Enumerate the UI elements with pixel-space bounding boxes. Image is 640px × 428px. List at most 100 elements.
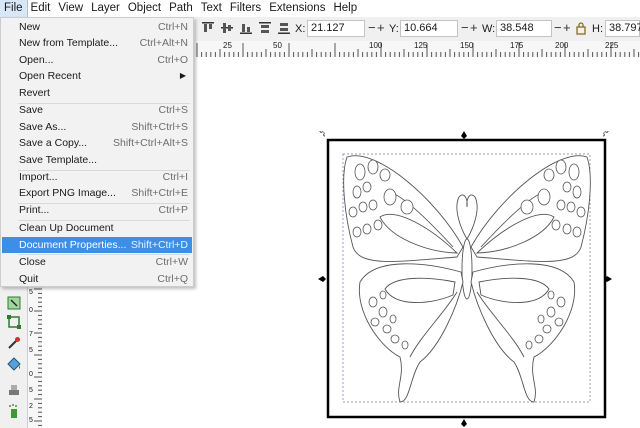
menu-text[interactable]: Text — [197, 0, 226, 17]
menu-item-export-png[interactable]: Export PNG Image... Shift+Ctrl+E — [2, 185, 192, 201]
vertical-ruler: 5 0 7 5 0 5 2 5 — [27, 287, 43, 428]
wing-spot — [554, 317, 564, 327]
ruler-label: 100 — [369, 41, 383, 50]
wing-spot — [368, 199, 378, 211]
paint-bucket-icon[interactable] — [6, 355, 22, 371]
menu-item-shortcut: Shift+Ctrl+Alt+S — [113, 137, 188, 149]
x-decrement[interactable]: − — [368, 21, 376, 35]
file-menu-dropdown: New Ctrl+N New from Template... Ctrl+Alt+N… — [0, 17, 194, 287]
canvas[interactable] — [195, 57, 640, 428]
w-increment[interactable]: + — [563, 21, 571, 35]
wing-spot — [358, 201, 368, 213]
menu-item-save-template[interactable]: Save Template... — [2, 152, 192, 168]
menu-item-label: New — [19, 21, 41, 33]
eraser-icon[interactable] — [6, 382, 22, 398]
wing-spot — [551, 219, 561, 231]
wing-spot — [390, 334, 400, 344]
align-top-icon[interactable] — [201, 21, 215, 35]
menu-item-shortcut: Ctrl+Alt+N — [139, 37, 188, 49]
wing-spot — [534, 334, 544, 344]
canvas-left-region[interactable] — [42, 287, 195, 428]
menu-item-save-a-copy[interactable]: Save a Copy... Shift+Ctrl+Alt+S — [2, 135, 192, 151]
canvas-drawing[interactable] — [195, 57, 640, 428]
x-increment[interactable]: + — [377, 21, 385, 35]
menu-item-label: Import... — [19, 171, 58, 183]
menu-object[interactable]: Object — [124, 0, 165, 17]
h-label: H: — [592, 23, 603, 35]
menu-item-shortcut: Ctrl+P — [158, 204, 188, 216]
wing-spot — [379, 290, 387, 300]
menu-filters[interactable]: Filters — [226, 0, 265, 17]
lock-icon[interactable] — [574, 21, 588, 35]
wing-spot — [520, 199, 534, 215]
wing-spot — [362, 223, 372, 235]
menu-item-shortcut: Ctrl+W — [155, 256, 188, 268]
menu-item-label: Open... — [19, 54, 54, 66]
menu-item-label: Clean Up Document — [19, 222, 114, 234]
transform-tool-icon[interactable] — [6, 314, 22, 330]
vruler-label: 5 — [29, 289, 33, 296]
menu-item-label: Document Properties... — [19, 239, 127, 251]
menu-file[interactable]: File — [0, 0, 28, 18]
w-input[interactable]: 38.548 — [496, 20, 552, 37]
menu-item-shortcut: Ctrl+I — [162, 171, 188, 183]
wing-spot — [368, 296, 378, 308]
wing-spot — [572, 185, 582, 199]
menu-item-shortcut: Ctrl+O — [157, 54, 188, 66]
wing-spot — [352, 185, 362, 199]
wing-spot — [562, 223, 572, 235]
w-decrement[interactable]: − — [554, 21, 562, 35]
lower-icon[interactable] — [277, 21, 291, 35]
menu-item-shortcut: Shift+Ctrl+S — [131, 121, 188, 133]
x-label: X: — [295, 23, 306, 35]
wing-spot — [383, 188, 397, 206]
menu-item-revert[interactable]: Revert — [2, 85, 192, 101]
menu-item-save[interactable]: Save Ctrl+S — [2, 102, 192, 118]
menu-item-document-properties[interactable]: Document Properties... Shift+Ctrl+D — [2, 237, 192, 253]
menu-item-clean-up-document[interactable]: Clean Up Document — [2, 220, 192, 236]
y-increment[interactable]: + — [470, 21, 478, 35]
vruler-label: 5 — [29, 347, 33, 354]
menu-edit[interactable]: Edit — [27, 0, 55, 17]
menu-item-new[interactable]: New Ctrl+N — [2, 19, 192, 35]
vruler-label: 5 — [29, 417, 33, 424]
menu-view[interactable]: View — [54, 0, 87, 17]
menu-item-print[interactable]: Print... Ctrl+P — [2, 202, 192, 218]
menu-item-label: Quit — [19, 273, 39, 285]
vruler-label: 0 — [29, 371, 33, 378]
menu-item-save-as[interactable]: Save As... Shift+Ctrl+S — [2, 119, 192, 135]
wing-spot — [401, 340, 409, 350]
dropper-icon[interactable] — [6, 335, 22, 351]
menu-item-open-recent[interactable]: Open Recent ▶ — [2, 68, 192, 84]
align-center-icon[interactable] — [220, 21, 234, 35]
menu-help[interactable]: Help — [329, 0, 361, 17]
menu-item-new-from-template[interactable]: New from Template... Ctrl+Alt+N — [2, 35, 192, 51]
raise-icon[interactable] — [258, 21, 272, 35]
ruler-label: 200 — [555, 41, 569, 50]
vruler-label: 7 — [29, 331, 33, 338]
wing-spot — [378, 306, 388, 318]
wing-spot — [400, 199, 414, 215]
handle-arrow-icon — [603, 131, 609, 137]
menu-item-import[interactable]: Import... Ctrl+I — [2, 169, 192, 185]
menu-item-label: Revert — [19, 87, 50, 99]
wing-spot — [379, 168, 391, 182]
x-input[interactable]: 21.127 — [307, 20, 365, 37]
node-tool-icon[interactable] — [6, 295, 22, 311]
h-input[interactable]: 38.797 — [605, 20, 640, 37]
ruler-label: 150 — [460, 41, 474, 50]
spray-tool-icon[interactable] — [6, 403, 22, 419]
menu-item-quit[interactable]: Quit Ctrl+Q — [2, 271, 192, 287]
y-input[interactable]: 10.664 — [400, 20, 458, 37]
handle-arrow-icon — [461, 131, 467, 139]
handle-arrow-icon — [319, 131, 325, 137]
menu-layer[interactable]: Layer — [87, 0, 124, 17]
wing-spot — [546, 306, 556, 318]
menu-path[interactable]: Path — [165, 0, 197, 17]
menu-item-close[interactable]: Close Ctrl+W — [2, 254, 192, 270]
menu-item-open[interactable]: Open... Ctrl+O — [2, 52, 192, 68]
ruler-label: 50 — [273, 41, 282, 50]
y-decrement[interactable]: − — [461, 21, 469, 35]
menu-extensions[interactable]: Extensions — [265, 0, 329, 17]
align-bottom-icon[interactable] — [239, 21, 253, 35]
